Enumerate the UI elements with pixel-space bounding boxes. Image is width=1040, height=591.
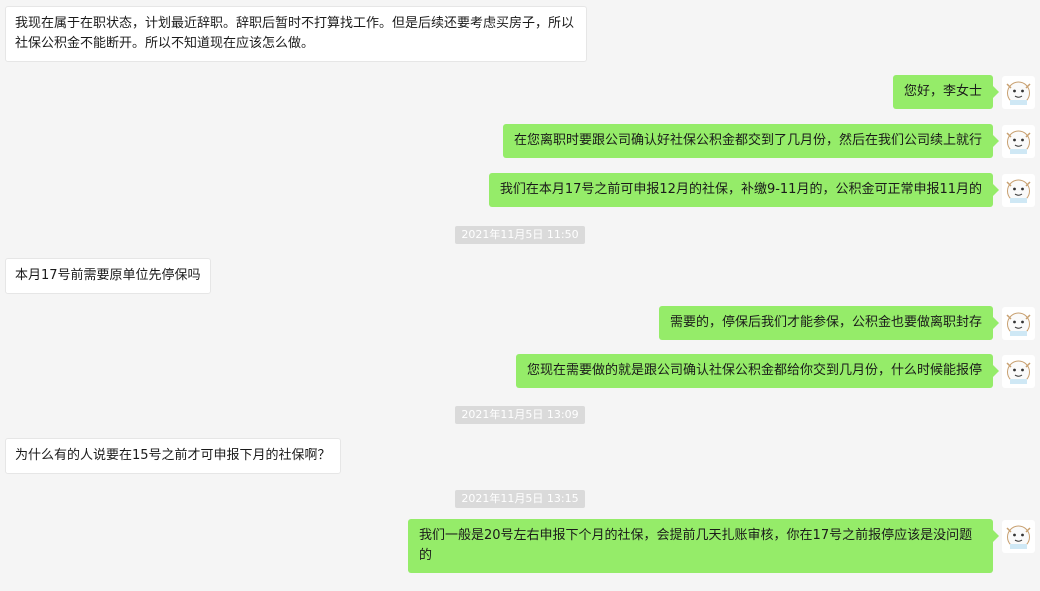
avatar-icon[interactable] bbox=[1002, 520, 1035, 553]
message-text: 我现在属于在职状态，计划最近辞职。辞职后暂时不打算找工作。但是后续还要考虑买房子… bbox=[15, 16, 575, 51]
message-bubble-incoming[interactable]: 为什么有的人说要在15号之前才可申报下月的社保啊？ bbox=[5, 438, 341, 474]
message-text: 我们在本月17号之前可申报12月的社保，补缴9-11月的，公积金可正常申报11月… bbox=[499, 182, 982, 197]
message-text: 您现在需要做的就是跟公司确认社保公积金都给你交到几月份，什么时候能报停 bbox=[526, 363, 982, 378]
message-bubble-outgoing[interactable]: 需要的，停保后我们才能参保，公积金也要做离职封存 bbox=[658, 306, 1000, 340]
message-bubble-outgoing[interactable]: 我们在本月17号之前可申报12月的社保，补缴9-11月的，公积金可正常申报11月… bbox=[488, 173, 1000, 207]
message-bubble-outgoing[interactable]: 我们一般是20号左右申报下个月的社保，会提前几天扎账审核，你在17号之前报停应该… bbox=[408, 519, 999, 573]
timestamp: 2021年11月5日 13:15 bbox=[0, 490, 1040, 508]
message-bubble-outgoing[interactable]: 您好，李女士 bbox=[892, 75, 1000, 109]
message-text: 在您离职时要跟公司确认好社保公积金都交到了几月份，然后在我们公司续上就行 bbox=[513, 133, 982, 148]
avatar-icon[interactable] bbox=[1002, 174, 1035, 207]
message-text: 为什么有的人说要在15号之前才可申报下月的社保啊？ bbox=[15, 448, 331, 463]
message-text: 需要的，停保后我们才能参保，公积金也要做离职封存 bbox=[669, 315, 982, 330]
avatar-icon[interactable] bbox=[1002, 125, 1035, 158]
message-text: 本月17号前需要原单位先停保吗 bbox=[15, 268, 201, 283]
message-bubble-outgoing[interactable]: 您现在需要做的就是跟公司确认社保公积金都给你交到几月份，什么时候能报停 bbox=[515, 354, 1000, 388]
message-bubble-outgoing[interactable]: 在您离职时要跟公司确认好社保公积金都交到了几月份，然后在我们公司续上就行 bbox=[502, 124, 1000, 158]
timestamp: 2021年11月5日 13:09 bbox=[0, 406, 1040, 424]
avatar-icon[interactable] bbox=[1002, 76, 1035, 109]
avatar-icon[interactable] bbox=[1002, 355, 1035, 388]
message-bubble-incoming[interactable]: 本月17号前需要原单位先停保吗 bbox=[5, 258, 211, 294]
message-text: 我们一般是20号左右申报下个月的社保，会提前几天扎账审核，你在17号之前报停应该… bbox=[419, 528, 973, 563]
timestamp: 2021年11月5日 11:50 bbox=[0, 226, 1040, 244]
message-text: 您好，李女士 bbox=[903, 84, 982, 99]
message-bubble-incoming[interactable]: 我现在属于在职状态，计划最近辞职。辞职后暂时不打算找工作。但是后续还要考虑买房子… bbox=[5, 6, 587, 62]
avatar-icon[interactable] bbox=[1002, 307, 1035, 340]
